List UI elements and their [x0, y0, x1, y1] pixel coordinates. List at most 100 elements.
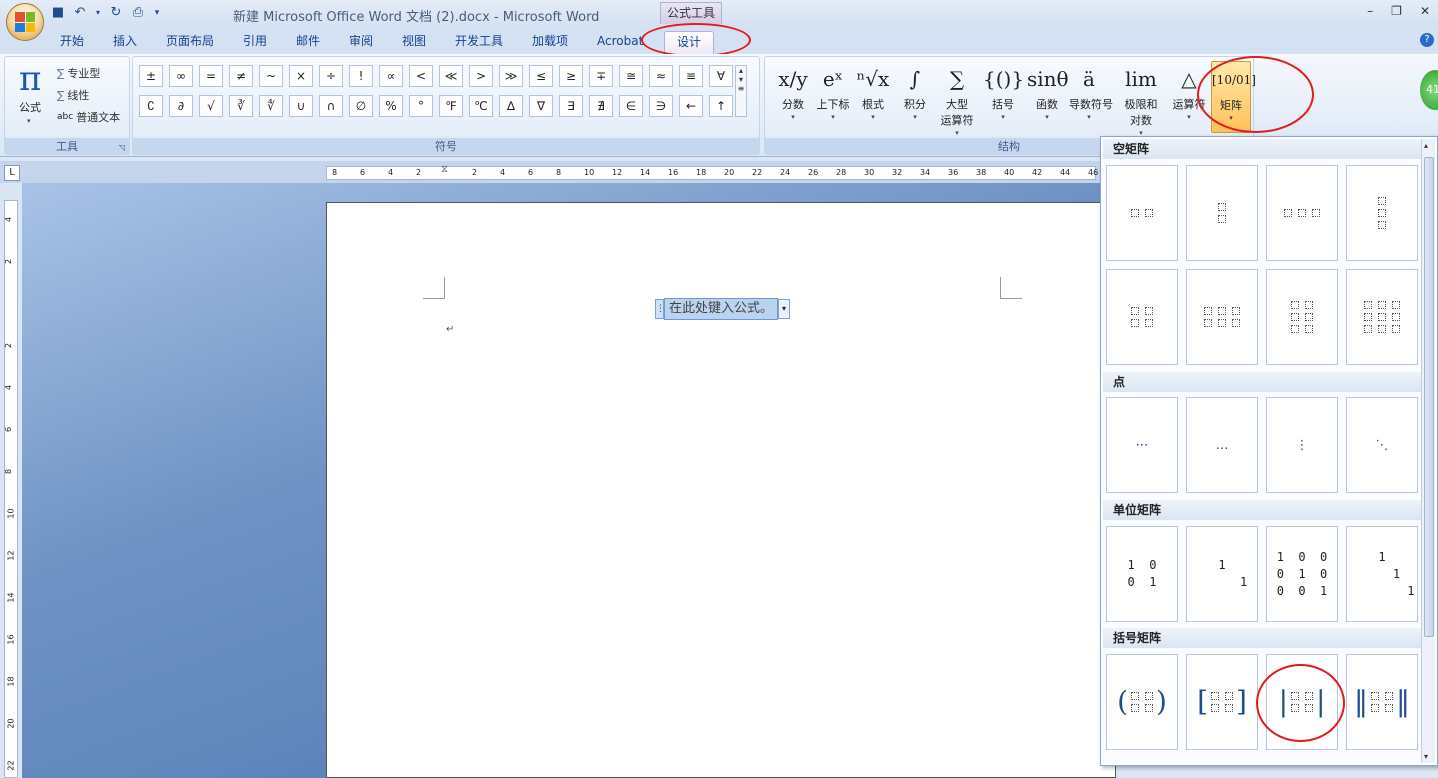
symbol-button[interactable]: <	[409, 65, 433, 87]
symbol-button[interactable]: °	[409, 95, 433, 117]
symbol-button[interactable]: ∜	[259, 95, 283, 117]
tab-add-ins[interactable]: 加载项	[532, 32, 568, 52]
tab-selector[interactable]: L	[4, 165, 20, 181]
matrix-option-empty[interactable]	[1106, 269, 1178, 365]
tab-developer[interactable]: 开发工具	[455, 32, 503, 52]
symbol-button[interactable]: ∃	[559, 95, 583, 117]
matrix-option-bracket[interactable]: []	[1186, 654, 1258, 750]
undo-dropdown-icon[interactable]: ▾	[94, 5, 102, 21]
normal-text-button[interactable]: abc 普通文本	[57, 109, 120, 125]
close-button[interactable]: ✕	[1420, 4, 1430, 18]
symbol-button[interactable]: ≅	[619, 65, 643, 87]
symbol-button[interactable]: ∩	[319, 95, 343, 117]
tab-view[interactable]: 视图	[402, 32, 426, 52]
matrix-option-empty[interactable]	[1346, 269, 1418, 365]
matrix-option-empty[interactable]	[1346, 165, 1418, 261]
matrix-option-identity[interactable]: 1 0 0 0 1 0 0 0 1	[1266, 526, 1338, 622]
matrix-option-bracket[interactable]: ‖ ‖	[1346, 654, 1418, 750]
structure-button-0[interactable]: x/y 分数 ▾	[773, 61, 813, 133]
office-button[interactable]	[6, 3, 44, 41]
matrix-option-dots[interactable]: ⋱	[1346, 397, 1418, 493]
symbol-button[interactable]: ≥	[559, 65, 583, 87]
matrix-option-empty[interactable]	[1266, 269, 1338, 365]
symbol-button[interactable]: ∅	[349, 95, 373, 117]
symbol-button[interactable]: ÷	[319, 65, 343, 87]
symbol-button[interactable]: ≤	[529, 65, 553, 87]
save-icon[interactable]: ■	[50, 5, 66, 21]
matrix-option-empty[interactable]	[1106, 165, 1178, 261]
structure-button-8[interactable]: lim 极限和 对数 ▾	[1121, 61, 1161, 137]
tab-home[interactable]: 开始	[60, 32, 84, 52]
professional-button[interactable]: ∑ 专业型	[57, 65, 100, 81]
structure-button-5[interactable]: {()} 括号 ▾	[983, 61, 1024, 133]
symbol-button[interactable]: ∀	[709, 65, 733, 87]
symbol-button[interactable]: >	[469, 65, 493, 87]
matrix-option-bracket[interactable]: ()	[1106, 654, 1178, 750]
help-icon[interactable]: ?	[1420, 33, 1434, 47]
symbol-button[interactable]: ℃	[469, 95, 493, 117]
symbol-button[interactable]: ∞	[169, 65, 193, 87]
scroll-up-icon[interactable]: ▴	[1424, 141, 1428, 150]
structure-button-2[interactable]: ⁿ√x 根式 ▾	[853, 61, 893, 133]
matrix-option-identity[interactable]: 1 1 1	[1346, 526, 1418, 622]
symbol-button[interactable]: ≈	[649, 65, 673, 87]
matrix-option-empty[interactable]	[1266, 165, 1338, 261]
symbol-button[interactable]: ∄	[589, 95, 613, 117]
structure-button-7[interactable]: ä 导数符号 ▾	[1069, 61, 1113, 133]
symbol-button[interactable]: ∁	[139, 95, 163, 117]
tab-review[interactable]: 审阅	[349, 32, 373, 52]
symbol-button[interactable]: ≠	[229, 65, 253, 87]
symbol-button[interactable]: =	[199, 65, 223, 87]
symbol-button[interactable]: !	[349, 65, 373, 87]
symbol-button[interactable]: ←	[679, 95, 703, 117]
redo-icon[interactable]: ↻	[108, 5, 124, 21]
symbol-button[interactable]: √	[199, 95, 223, 117]
tab-acrobat[interactable]: Acrobat	[597, 32, 643, 52]
minimize-button[interactable]: –	[1367, 4, 1373, 18]
symbol-button[interactable]: ~	[259, 65, 283, 87]
indent-marker-icon[interactable]: ⧖	[441, 164, 449, 182]
equation-button[interactable]: 公式	[19, 99, 41, 115]
symbol-button[interactable]: ∆	[499, 95, 523, 117]
equation-placeholder[interactable]: 在此处键入公式。	[664, 297, 779, 320]
symbol-button[interactable]: ±	[139, 65, 163, 87]
customize-qat-icon[interactable]: ▾	[152, 5, 162, 21]
matrix-option-dots[interactable]: ⋮	[1266, 397, 1338, 493]
symbol-button[interactable]: ℉	[439, 95, 463, 117]
document-page[interactable]	[326, 202, 1116, 778]
undo-icon[interactable]: ↶	[72, 5, 88, 21]
structure-button-3[interactable]: ∫ 积分 ▾	[895, 61, 935, 133]
restore-button[interactable]: ❐	[1391, 4, 1402, 18]
matrix-option-dots[interactable]: ⋯	[1106, 397, 1178, 493]
symbol-button[interactable]: ≪	[439, 65, 463, 87]
equation-dropdown-icon[interactable]: ▾	[27, 117, 31, 125]
dialog-launcher-icon[interactable]: ◹	[119, 143, 125, 152]
matrix-option-dots[interactable]: …	[1186, 397, 1258, 493]
structure-button-4[interactable]: ∑ 大型 运算符 ▾	[937, 61, 977, 137]
symbol-button[interactable]: ≡	[679, 65, 703, 87]
matrix-option-empty[interactable]	[1186, 269, 1258, 365]
symbol-button[interactable]: ∓	[589, 65, 613, 87]
structure-button-6[interactable]: sinθ 函数 ▾	[1027, 61, 1069, 133]
symbol-button[interactable]: ∇	[529, 95, 553, 117]
symbol-button[interactable]: %	[379, 95, 403, 117]
symbol-button[interactable]: ∛	[229, 95, 253, 117]
tab-insert[interactable]: 插入	[113, 32, 137, 52]
symbols-scroll[interactable]: ▴ ▾ ≡	[735, 65, 747, 117]
scroll-thumb[interactable]	[1424, 157, 1434, 637]
symbol-button[interactable]: ∝	[379, 65, 403, 87]
matrix-option-identity[interactable]: 1 1	[1186, 526, 1258, 622]
equation-pi-icon[interactable]: π	[19, 59, 41, 99]
equation-handle-icon[interactable]: ⋮	[655, 298, 665, 319]
tab-references[interactable]: 引用	[243, 32, 267, 52]
symbol-button[interactable]: ∂	[169, 95, 193, 117]
gallery-scrollbar[interactable]: ▴ ▾	[1421, 139, 1435, 763]
linear-button[interactable]: ∑ 线性	[57, 87, 89, 103]
matrix-option-identity[interactable]: 1 0 0 1	[1106, 526, 1178, 622]
structure-button-1[interactable]: eˣ 上下标 ▾	[813, 61, 853, 133]
symbol-button[interactable]: ∋	[649, 95, 673, 117]
symbol-button[interactable]: ≫	[499, 65, 523, 87]
equation-options-icon[interactable]: ▾	[778, 298, 791, 319]
symbol-button[interactable]: ×	[289, 65, 313, 87]
symbol-button[interactable]: ∪	[289, 95, 313, 117]
